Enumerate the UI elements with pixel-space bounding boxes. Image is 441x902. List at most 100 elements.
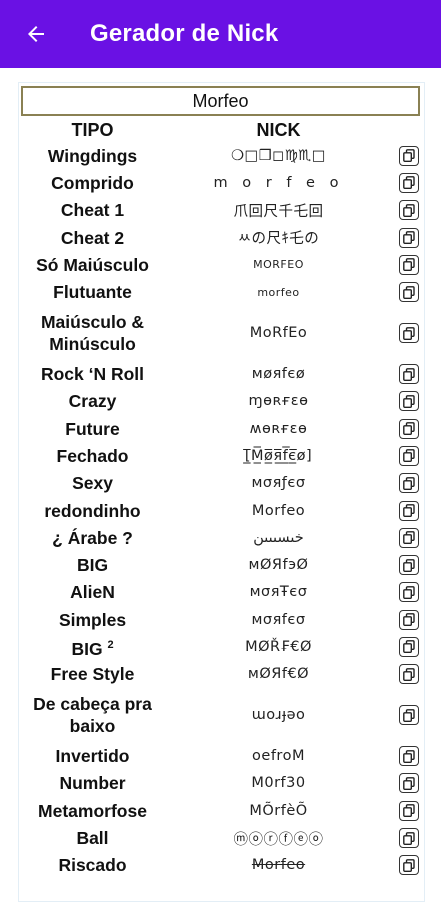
table-row: Invertido oefroM [19, 743, 424, 770]
table-row: Crazy ɱɵʀғɛɵ [19, 388, 424, 415]
copy-icon[interactable] [399, 172, 419, 193]
row-tipo: Cheat 2 [60, 227, 125, 248]
row-nick: мØЯf€Ø [247, 666, 310, 683]
copy-icon[interactable] [399, 418, 419, 439]
row-nick: MoRfEo [249, 325, 308, 342]
row-nick: мσяƒєσ [251, 475, 306, 492]
copy-icon[interactable] [399, 773, 419, 794]
table-row: Riscado Morfeo [19, 852, 424, 879]
row-nick: M0rf30 [251, 775, 306, 792]
copy-icon[interactable] [399, 855, 419, 876]
row-nick: MORFEO [253, 258, 304, 272]
table-row: Simples мσяfєσ [19, 606, 424, 633]
row-tipo: Number [59, 773, 126, 794]
table-row: Metamorfose MÕrfèÕ [19, 797, 424, 824]
row-tipo: Wingdings [47, 145, 138, 166]
row-tipo: Comprido [51, 172, 134, 193]
copy-icon[interactable] [399, 145, 419, 166]
row-tipo: BIG 2 [71, 638, 114, 659]
row-nick: ʍɵʀғɛɵ [249, 420, 308, 437]
copy-icon[interactable] [399, 282, 419, 303]
table-row: Future ʍɵʀғɛɵ [19, 415, 424, 442]
nick-card: TIPO NICK Wingdings ❍□❒◻♍♏□ Comprido m o r … [18, 82, 425, 902]
copy-icon[interactable] [399, 800, 419, 821]
table-row: AlieN мσяŦєσ [19, 579, 424, 606]
copy-icon[interactable] [399, 200, 419, 221]
copy-icon[interactable] [399, 828, 419, 849]
row-nick: Morfeo [251, 857, 306, 874]
arrow-left-icon[interactable] [18, 16, 54, 52]
copy-icon[interactable] [399, 664, 419, 685]
row-tipo: ¿ Árabe ? [52, 527, 133, 548]
row-nick: ⓜⓞⓡⓕⓔⓞ [233, 831, 324, 848]
row-tipo: Crazy [68, 391, 117, 412]
copy-icon[interactable] [399, 705, 419, 726]
table-row: BIG мØЯfэØ [19, 551, 424, 578]
copy-icon[interactable] [399, 527, 419, 548]
table-row: Cheat 2 ﾶの尺ｷ乇の [19, 224, 424, 251]
table-row: Rock ‘N Roll мøяfєø [19, 360, 424, 387]
row-tipo: Future [65, 418, 120, 439]
table-row: Ball ⓜⓞⓡⓕⓔⓞ [19, 824, 424, 851]
row-tipo: Rock ‘N Roll [40, 364, 145, 385]
copy-icon[interactable] [399, 364, 419, 385]
row-tipo: De cabeça pra baixo [33, 694, 152, 737]
row-nick: Morfeo [251, 502, 306, 519]
row-nick: мσяŦєσ [249, 584, 308, 601]
row-tipo: Flutuante [53, 282, 132, 303]
row-tipo: Invertido [55, 746, 130, 767]
copy-icon[interactable] [399, 254, 419, 275]
table-row: Fechado [̲̅M̲̅ø̲̅я̲̅f̲̅є̲̅ø] [19, 442, 424, 469]
table-row: Maiúsculo & Minúsculo MoRfEo [19, 306, 424, 361]
row-tipo: Cheat 1 [60, 200, 125, 221]
page-title: Gerador de Nick [90, 20, 279, 47]
row-tipo: Fechado [56, 445, 129, 466]
row-tipo: AlieN [70, 582, 115, 603]
copy-icon[interactable] [399, 746, 419, 767]
row-tipo: redondinho [44, 500, 141, 521]
name-input[interactable] [21, 86, 420, 116]
copy-icon[interactable] [399, 636, 419, 657]
nick-table: TIPO NICK Wingdings ❍□❒◻♍♏□ Comprido m o r … [19, 118, 424, 879]
row-tipo: Só Maiúsculo [36, 254, 149, 275]
table-row: BIG 2 MØŘ₣€Ø [19, 633, 424, 660]
row-tipo: Sexy [72, 473, 113, 494]
row-nick: мØЯfэØ [248, 557, 309, 574]
app-bar: Gerador de Nick [0, 0, 441, 68]
row-tipo: Simples [58, 609, 127, 630]
table-row: Só Maiúsculo MORFEO [19, 251, 424, 278]
copy-icon[interactable] [399, 609, 419, 630]
row-nick: 爪回尺千乇回 [233, 203, 324, 220]
copy-icon[interactable] [399, 445, 419, 466]
copy-icon[interactable] [399, 500, 419, 521]
copy-icon[interactable] [399, 555, 419, 576]
table-row: Comprido m o r f e o [19, 169, 424, 196]
table-row: ¿ Árabe ? خىسىىىن [19, 524, 424, 551]
row-nick: morfeo [257, 285, 300, 299]
row-nick: ɯoɹɟǝo [251, 707, 306, 724]
row-nick: oefroM [252, 748, 305, 765]
row-nick: خىسىىىن [253, 529, 304, 546]
table-row: Number M0rf30 [19, 770, 424, 797]
row-nick: MÕrfèÕ [249, 802, 308, 819]
row-nick: ❍□❒◻♍♏□ [231, 147, 326, 164]
row-nick: m o r f e o [213, 174, 344, 191]
row-tipo: Riscado [58, 855, 127, 876]
row-nick: мσяfєσ [251, 611, 306, 628]
row-tipo: Maiúsculo & Minúsculo [40, 312, 145, 355]
copy-icon[interactable] [399, 323, 419, 344]
table-row: De cabeça pra baixo ɯoɹɟǝo [19, 688, 424, 743]
table-row: Wingdings ❍□❒◻♍♏□ [19, 142, 424, 169]
copy-icon[interactable] [399, 391, 419, 412]
copy-icon[interactable] [399, 582, 419, 603]
row-tipo: Ball [76, 828, 109, 849]
row-nick: MØŘ₣€Ø [245, 638, 312, 655]
table-header: TIPO NICK [19, 118, 424, 142]
row-nick: ﾶの尺ｷ乇の [237, 231, 320, 248]
table-row: Cheat 1 爪回尺千乇回 [19, 197, 424, 224]
copy-icon[interactable] [399, 227, 419, 248]
header-nick: NICK [256, 119, 301, 140]
copy-icon[interactable] [399, 473, 419, 494]
row-tipo: Metamorfose [38, 800, 147, 821]
row-tipo: BIG [76, 555, 109, 576]
